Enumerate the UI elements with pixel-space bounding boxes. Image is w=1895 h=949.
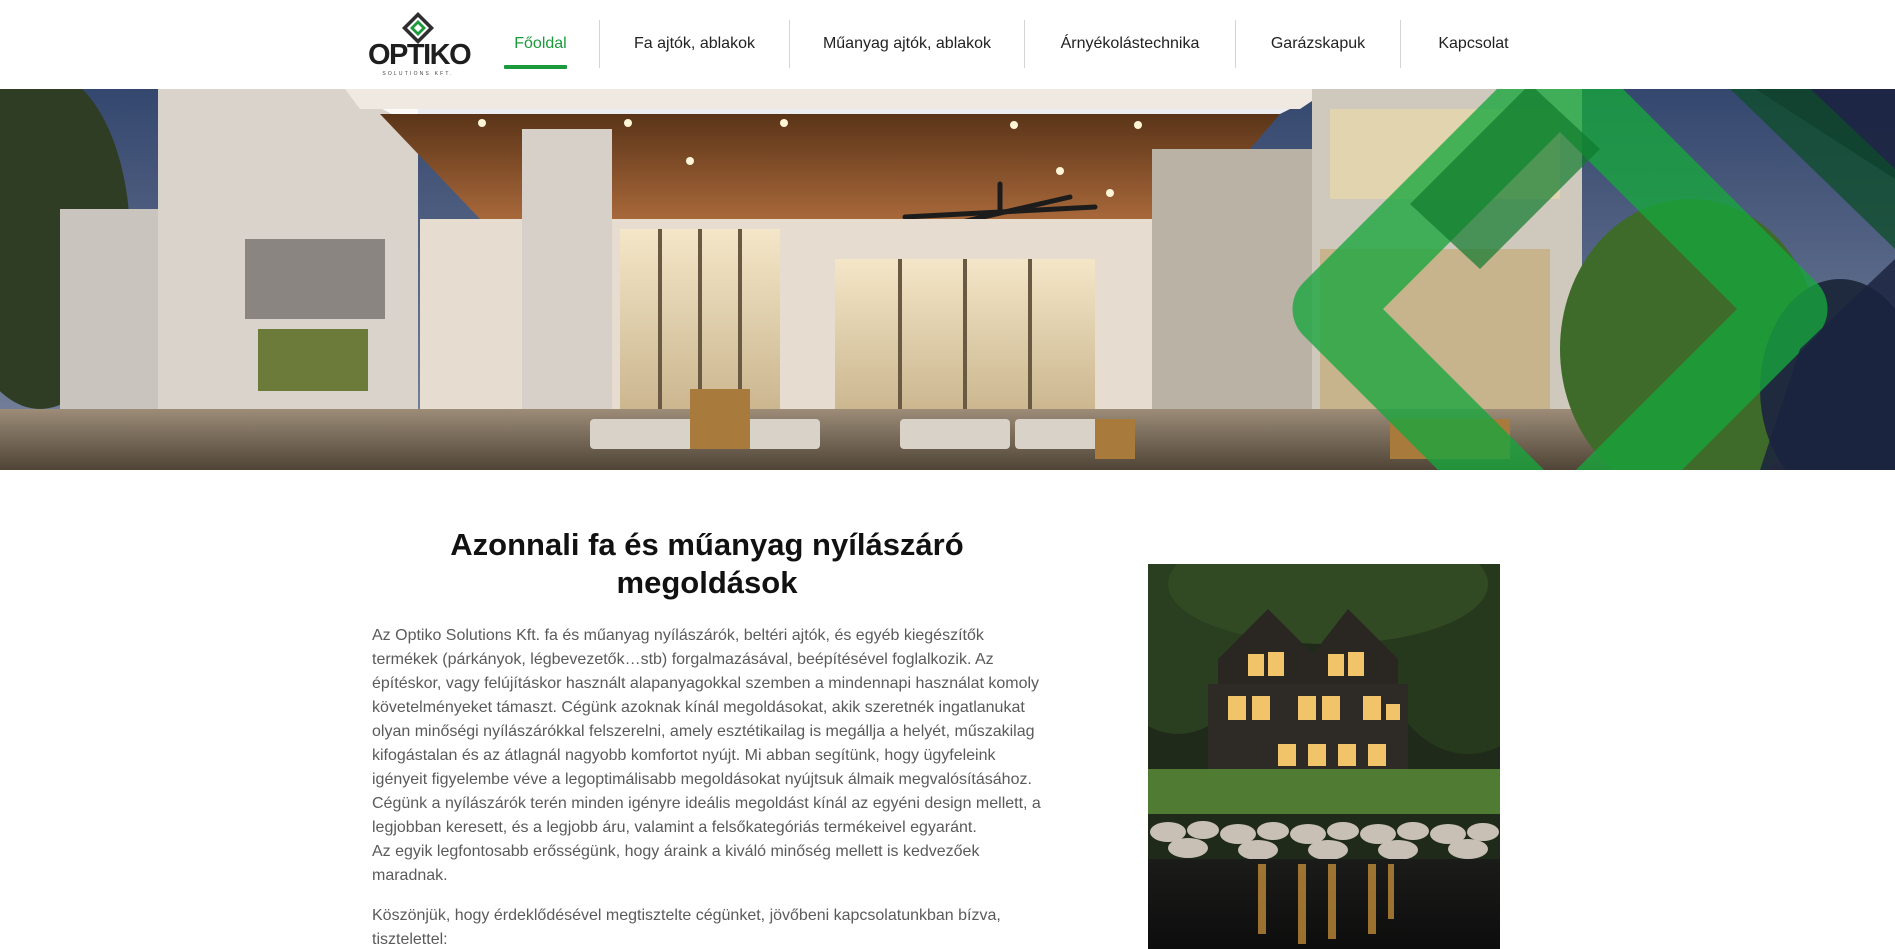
page-title: Azonnali fa és műanyag nyílászáró megold…: [450, 527, 964, 600]
strength-paragraph: Az egyik legfontosabb erősségünk, hogy á…: [372, 843, 980, 884]
nav-item-fa-ajtok[interactable]: Fa ajtók, ablakok: [599, 20, 789, 68]
nav-item-label: Garázskapuk: [1270, 35, 1366, 52]
nav-item-label: Fa ajtók, ablakok: [634, 35, 755, 52]
nav-item-kapcsolat[interactable]: Kapcsolat: [1400, 20, 1546, 68]
lakeside-house-photo: [1148, 564, 1500, 949]
site-header: OPTIKO SOLUTIONS KFT. Főoldal Fa ajtók, …: [0, 0, 1895, 89]
thanks-paragraph: Köszönjük, hogy érdeklődésével megtiszte…: [372, 907, 1001, 948]
nav-item-label: Főoldal: [514, 35, 567, 52]
nav-item-garazskapuk[interactable]: Garázskapuk: [1235, 20, 1400, 68]
lakeside-house-image: [1148, 564, 1500, 949]
nav-item-muanyag-ajtok[interactable]: Műanyag ajtók, ablakok: [789, 20, 1024, 68]
nav-item-label: Műanyag ajtók, ablakok: [822, 35, 992, 52]
intro-paragraph: Az Optiko Solutions Kft. fa és műanyag n…: [372, 627, 1041, 836]
logo-tagline: SOLUTIONS KFT.: [382, 71, 454, 77]
logo-link[interactable]: OPTIKO SOLUTIONS KFT.: [368, 11, 472, 77]
intro-section: Azonnali fa és műanyag nyílászáró megold…: [0, 470, 1895, 949]
intro-text: Az Optiko Solutions Kft. fa és műanyag n…: [372, 624, 1052, 949]
nav-item-label: Kapcsolat: [1438, 35, 1509, 52]
logo-wordmark: OPTIKO: [368, 39, 472, 71]
nav-item-fooldal[interactable]: Főoldal: [482, 20, 599, 69]
hero-house-image: [0, 89, 1895, 470]
nav-item-label: Árnyékolástechnika: [1060, 35, 1200, 52]
nav-item-arnyekolastechnika[interactable]: Árnyékolástechnika: [1024, 20, 1235, 68]
main-nav: Főoldal Fa ajtók, ablakok Műanyag ajtók,…: [482, 20, 1546, 69]
hero-banner: [0, 89, 1895, 470]
